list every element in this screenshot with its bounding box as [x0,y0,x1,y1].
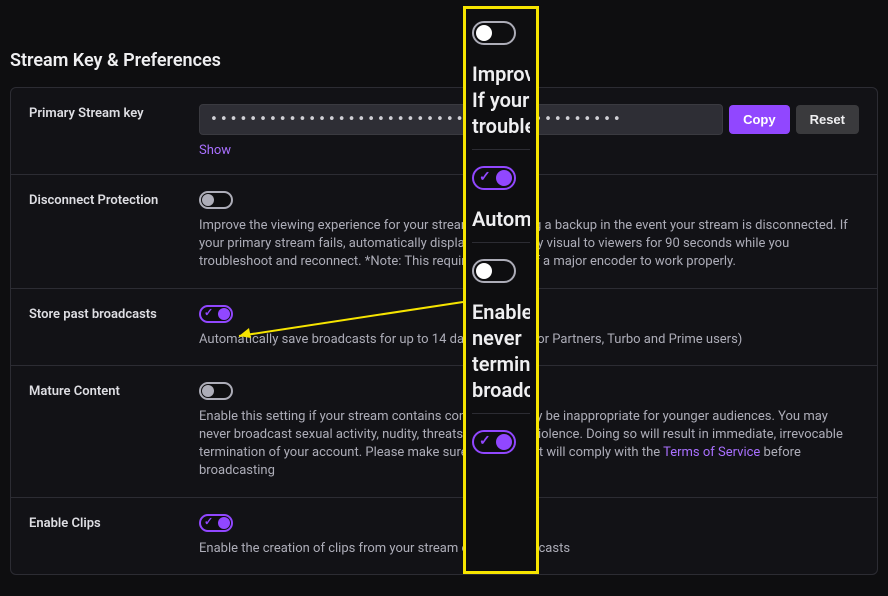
stream-key-label: Primary Stream key [29,104,199,121]
show-link[interactable]: Show [199,143,231,158]
mature-toggle[interactable] [199,382,233,400]
callout-toggle-1[interactable] [472,21,516,45]
page-title: Stream Key & Preferences [10,50,878,71]
clips-toggle[interactable]: ✓ [199,514,233,532]
callout-text-3: Enable never termin broadc [472,299,530,403]
disconnect-toggle[interactable] [199,191,233,209]
store-toggle[interactable]: ✓ [199,305,233,323]
copy-button[interactable]: Copy [729,105,790,134]
callout-seg-4: ✓ [472,424,530,480]
callout-toggle-4[interactable]: ✓ [472,430,516,454]
callout-box: Improv If your trouble ✓ Autom Enable ne… [463,6,539,574]
row-mature: Mature Content Enable this setting if yo… [11,366,877,498]
callout-toggle-3[interactable] [472,259,516,283]
callout-text-2: Autom [472,206,530,232]
disconnect-label: Disconnect Protection [29,191,199,208]
callout-seg-2: ✓ Autom [472,160,530,243]
callout-text-1: Improv If your trouble [472,61,530,139]
callout-toggle-2[interactable]: ✓ [472,166,516,190]
tos-link[interactable]: Terms of Service [663,445,760,460]
callout-seg-1: Improv If your trouble [472,15,530,150]
callout-seg-3: Enable never termin broadc [472,253,530,414]
settings-panel: Primary Stream key •••••••••••••••••••••… [10,87,878,575]
store-label: Store past broadcasts [29,305,199,322]
stream-key-input[interactable]: ••••••••••••••••••••••••••••••••••••••••… [199,104,723,135]
reset-button[interactable]: Reset [796,105,859,134]
clips-label: Enable Clips [29,514,199,531]
row-disconnect: Disconnect Protection Improve the viewin… [11,175,877,289]
row-store: Store past broadcasts ✓ Automatically sa… [11,289,877,366]
row-stream-key: Primary Stream key •••••••••••••••••••••… [11,88,877,175]
row-clips: Enable Clips ✓ Enable the creation of cl… [11,498,877,574]
mature-label: Mature Content [29,382,199,399]
